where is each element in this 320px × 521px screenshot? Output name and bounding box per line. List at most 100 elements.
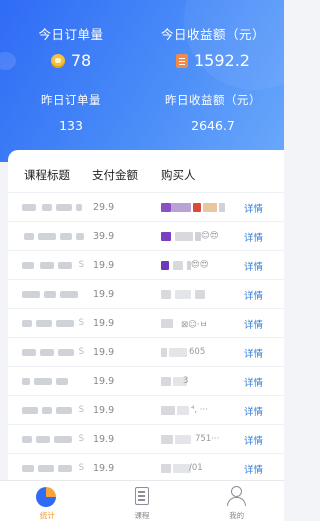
detail-link[interactable]: 详情 bbox=[244, 346, 263, 360]
payment-amount: 19.9 bbox=[93, 405, 115, 416]
course-title-fragment: S bbox=[78, 434, 84, 444]
yesterday-income-stat: 昨日收益额（元） 2646.7 bbox=[142, 92, 284, 133]
tab-courses-label: 课程 bbox=[134, 511, 150, 520]
redaction-block bbox=[161, 203, 171, 212]
detail-link[interactable]: 详情 bbox=[244, 404, 263, 418]
yesterday-orders-value: 133 bbox=[59, 118, 83, 133]
redaction-block bbox=[161, 464, 171, 473]
redaction-block bbox=[56, 378, 68, 385]
redaction-block bbox=[54, 436, 72, 443]
buyer-name-fragment: 605 bbox=[189, 347, 206, 357]
redaction-block bbox=[22, 436, 32, 443]
tab-stats[interactable]: 统计 bbox=[0, 481, 95, 521]
buyer-name-blurred bbox=[161, 288, 241, 301]
table-row: S 19.9 ⁴, ··· 详情 bbox=[8, 395, 284, 424]
detail-link[interactable]: 详情 bbox=[244, 462, 263, 476]
redaction-block bbox=[195, 290, 205, 299]
redaction-block bbox=[38, 465, 54, 472]
buyer-name-blurred: 605 bbox=[161, 346, 241, 359]
table-row: S 19.9 751··· 详情 bbox=[8, 424, 284, 453]
yesterday-orders-label: 昨日订单量 bbox=[41, 93, 101, 107]
redaction-block bbox=[34, 378, 52, 385]
redaction-block bbox=[173, 261, 183, 270]
bottom-tab-bar: 统计 课程 我的 bbox=[0, 480, 284, 521]
detail-link[interactable]: 详情 bbox=[244, 433, 263, 447]
detail-link[interactable]: 详情 bbox=[244, 375, 263, 389]
table-row: 19.9 详情 bbox=[8, 279, 284, 308]
redaction-block bbox=[60, 291, 78, 298]
yesterday-orders-stat: 昨日订单量 133 bbox=[0, 92, 142, 133]
course-title-blurred: S bbox=[22, 463, 88, 474]
course-title-fragment: S bbox=[78, 463, 84, 473]
payment-amount: 19.9 bbox=[93, 463, 115, 474]
redaction-block bbox=[42, 407, 52, 414]
redaction-block bbox=[42, 204, 52, 211]
today-income-label: 今日收益额（元） bbox=[160, 27, 265, 42]
today-income-stat: 今日收益额（元） 1592.2 bbox=[142, 24, 284, 70]
redaction-block bbox=[60, 233, 72, 240]
redaction-block bbox=[161, 261, 169, 270]
detail-link[interactable]: 详情 bbox=[244, 288, 263, 302]
detail-link[interactable]: 详情 bbox=[244, 259, 263, 273]
today-orders-value-wrap: 78 bbox=[0, 51, 142, 70]
table-row: S 19.9 😍😍 详情 bbox=[8, 250, 284, 279]
redaction-block bbox=[175, 290, 191, 299]
redaction-block bbox=[22, 262, 34, 269]
redaction-block bbox=[36, 320, 52, 327]
redaction-block bbox=[36, 436, 50, 443]
redaction-block bbox=[161, 348, 167, 357]
course-title-blurred: S bbox=[22, 434, 88, 445]
redaction-block bbox=[76, 204, 82, 211]
yesterday-income-value: 2646.7 bbox=[191, 118, 235, 133]
redaction-block bbox=[58, 262, 72, 269]
header-buyer: 购买人 bbox=[161, 168, 196, 182]
header-amount: 支付金额 bbox=[92, 168, 138, 182]
tab-mine[interactable]: 我的 bbox=[189, 481, 284, 521]
buyer-name-blurred: 751··· bbox=[161, 433, 241, 446]
redaction-block bbox=[219, 203, 225, 212]
redaction-block bbox=[22, 407, 38, 414]
detail-link[interactable]: 详情 bbox=[244, 201, 263, 215]
buyer-name-fragment: 3 bbox=[183, 376, 189, 386]
course-title-blurred bbox=[22, 202, 88, 213]
buyer-name-fragment: ⊠☺·ㅂ bbox=[181, 320, 208, 330]
redaction-block bbox=[175, 232, 193, 241]
detail-link[interactable]: 详情 bbox=[244, 230, 263, 244]
table-row: S 19.9 605 详情 bbox=[8, 337, 284, 366]
detail-link[interactable]: 详情 bbox=[244, 317, 263, 331]
payment-amount: 19.9 bbox=[93, 347, 115, 358]
redaction-block bbox=[56, 320, 74, 327]
buyer-name-blurred: /01 bbox=[161, 462, 241, 475]
redaction-block bbox=[56, 204, 72, 211]
course-title-blurred bbox=[22, 231, 88, 242]
buyer-name-fragment: 😊😍 bbox=[201, 231, 219, 241]
redaction-block bbox=[22, 465, 34, 472]
redaction-block bbox=[38, 233, 56, 240]
redaction-block bbox=[22, 320, 32, 327]
tab-courses[interactable]: 课程 bbox=[95, 481, 190, 521]
course-title-blurred bbox=[22, 289, 88, 300]
today-orders-value: 78 bbox=[70, 51, 92, 70]
redaction-block bbox=[161, 232, 171, 241]
redaction-block bbox=[171, 203, 191, 212]
course-title-fragment: S bbox=[78, 405, 84, 415]
buyer-name-blurred: 😊😍 bbox=[161, 230, 241, 243]
table-row: 39.9 😊😍 详情 bbox=[8, 221, 284, 250]
payment-amount: 19.9 bbox=[93, 289, 115, 300]
redaction-block bbox=[22, 349, 36, 356]
buyer-name-blurred: 3 bbox=[161, 375, 241, 388]
buyer-name-blurred: ⊠☺·ㅂ bbox=[161, 317, 241, 330]
table-row: S 19.9 ⊠☺·ㅂ 详情 bbox=[8, 308, 284, 337]
orders-table: 课程标题 支付金额 购买人 29.9 详情 39.9 😊😍 详情 S 19.9 😍😍 详情 19.… bbox=[8, 150, 284, 480]
stats-header: 今日订单量 78 今日收益额（元） 1592.2 昨日订单量 133 昨日收益额… bbox=[0, 0, 284, 162]
tab-stats-label: 统计 bbox=[39, 511, 55, 520]
redaction-block bbox=[24, 233, 34, 240]
redaction-block bbox=[161, 406, 175, 415]
course-title-blurred: S bbox=[22, 260, 88, 271]
course-title-fragment: S bbox=[78, 318, 84, 328]
buyer-name-fragment: 751··· bbox=[195, 434, 220, 444]
redaction-block bbox=[169, 348, 187, 357]
yesterday-income-label: 昨日收益额（元） bbox=[165, 93, 261, 107]
redaction-block bbox=[40, 262, 54, 269]
payment-amount: 19.9 bbox=[93, 376, 115, 387]
